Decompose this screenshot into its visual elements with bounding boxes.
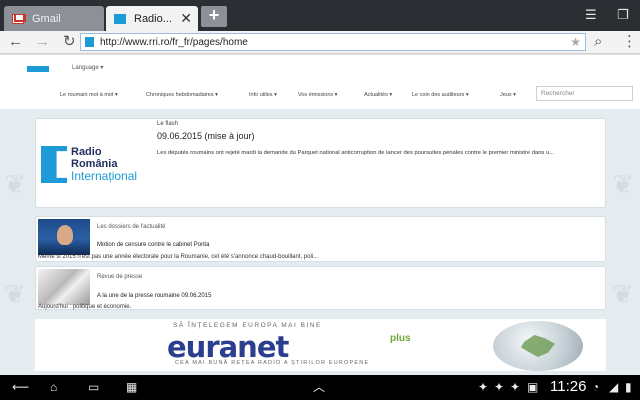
tab-switcher-icon[interactable]: ☰	[585, 7, 597, 23]
url-text: http://www.rri.ro/fr_fr/pages/home	[100, 36, 248, 48]
toolbar: ← → ↻ http://www.rri.ro/fr_fr/pages/home…	[0, 31, 640, 54]
menu-item[interactable]: Info utiles ▾	[249, 92, 277, 98]
menu-item[interactable]: Le roumain mot à mot ▾	[60, 92, 118, 98]
twitter-icon[interactable]: ✦	[478, 380, 488, 394]
euranet-banner[interactable]: SĂ ÎNȚELEGEM EUROPA MAI BINE euranet plu…	[35, 319, 606, 371]
back-icon[interactable]: ←	[8, 33, 23, 51]
rri-logo-mark	[41, 146, 67, 183]
site-header: Language ▾ Le roumain mot à mot ▾ Chroni…	[0, 55, 640, 109]
screenshot-icon[interactable]: ▦	[126, 380, 137, 394]
tab-gmail[interactable]: Gmail	[4, 6, 104, 31]
article-title[interactable]: Motion de censure contre le cabinet Pont…	[97, 242, 209, 248]
forward-icon[interactable]: →	[35, 33, 50, 51]
article-desc: Même si 2015 n'est pas une année élector…	[38, 254, 319, 260]
web-page: Language ▾ Le roumain mot à mot ▾ Chroni…	[0, 55, 640, 375]
flash-date: 09.06.2015 (mise à jour)	[157, 131, 255, 141]
twitter-icon[interactable]: ✦	[510, 380, 520, 394]
article-card[interactable]: Revue de presse A la une de la presse ro…	[35, 266, 606, 310]
tab-label: Radio...	[134, 12, 172, 25]
flash-kicker: Le flash	[157, 121, 179, 127]
new-tab-button[interactable]: +	[201, 6, 227, 27]
reload-icon[interactable]: ↻	[63, 33, 76, 51]
article-kicker: Les dossiers de l'actualité	[97, 224, 166, 230]
wifi-icon: ◔	[592, 380, 600, 394]
signal-icon: ◢	[609, 380, 619, 394]
flash-news-card[interactable]: Radio România Internațional Le flash 09.…	[35, 118, 606, 208]
twitter-icon[interactable]: ✦	[494, 380, 504, 394]
recent-apps-icon[interactable]: ▭	[88, 380, 99, 394]
article-kicker: Revue de presse	[97, 274, 143, 280]
menu-item[interactable]: Jeux ▾	[500, 92, 516, 98]
address-bar[interactable]: http://www.rri.ro/fr_fr/pages/home ★	[80, 33, 586, 51]
menu-item[interactable]: Actualités ▾	[364, 92, 392, 98]
site-logo[interactable]	[27, 66, 49, 72]
menu-item[interactable]: Vos émissions ▾	[298, 92, 337, 98]
article-desc: Aujourd'hui : politique et économie.	[38, 304, 132, 310]
tab-label: Gmail	[32, 12, 61, 25]
decor-pattern: ❦	[4, 169, 26, 199]
article-title[interactable]: A la une de la presse roumaine 09.06.201…	[97, 293, 211, 299]
search-input[interactable]: Rechercher	[536, 86, 633, 101]
decor-pattern: ❦	[4, 279, 26, 309]
language-selector[interactable]: Language ▾	[72, 64, 103, 71]
back-nav-icon[interactable]: ⟵	[12, 380, 29, 394]
article-card[interactable]: Les dossiers de l'actualité Motion de ce…	[35, 216, 606, 262]
decor-pattern: ❦	[612, 279, 634, 309]
search-icon[interactable]: ⌕	[594, 33, 602, 51]
menu-item[interactable]: Le coin des auditeurs ▾	[412, 92, 469, 98]
chevron-up-icon[interactable]: ︿	[313, 380, 325, 394]
overflow-menu-icon[interactable]: ⋮	[622, 33, 637, 51]
article-thumbnail[interactable]	[38, 269, 90, 305]
site-favicon-icon	[85, 37, 94, 47]
tab-radio[interactable]: Radio... ✕	[106, 6, 198, 31]
notification-icon[interactable]: ▣	[527, 380, 538, 394]
system-bar: ⟵ ⌂ ▭ ▦ ︿ ✦ ✦ ✦ ▣ 11:26 ◔ ◢ ▮	[0, 375, 640, 400]
close-icon[interactable]: ✕	[180, 11, 192, 25]
menu-item[interactable]: Chroniques hebdomadaires ▾	[146, 92, 218, 98]
flash-text[interactable]: Les députés roumains ont rejeté mardi la…	[157, 149, 602, 158]
clock: 11:26	[550, 378, 587, 395]
banner-logo-text: euranet	[167, 330, 289, 364]
rri-logo-text: Radio România Internațional	[71, 146, 138, 183]
window-restore-icon[interactable]: ❐	[617, 7, 629, 23]
rri-favicon-icon	[114, 13, 126, 24]
tab-bar: Gmail Radio... ✕ + ☰ ❐	[0, 0, 640, 31]
globe-icon	[493, 321, 583, 371]
bookmark-star-icon[interactable]: ★	[570, 35, 581, 49]
decor-pattern: ❦	[612, 169, 634, 199]
rri-logo[interactable]: Radio România Internațional	[41, 146, 151, 186]
article-thumbnail[interactable]	[38, 219, 90, 255]
banner-plus: plus	[390, 333, 411, 344]
banner-slogan-bottom: CEA MAI BUNĂ REȚEA RADIO A ȘTIRILOR EURO…	[175, 360, 370, 366]
gmail-icon	[12, 13, 24, 24]
banner-slogan-top: SĂ ÎNȚELEGEM EUROPA MAI BINE	[173, 322, 322, 329]
home-nav-icon[interactable]: ⌂	[50, 380, 57, 394]
battery-icon: ▮	[625, 380, 632, 394]
